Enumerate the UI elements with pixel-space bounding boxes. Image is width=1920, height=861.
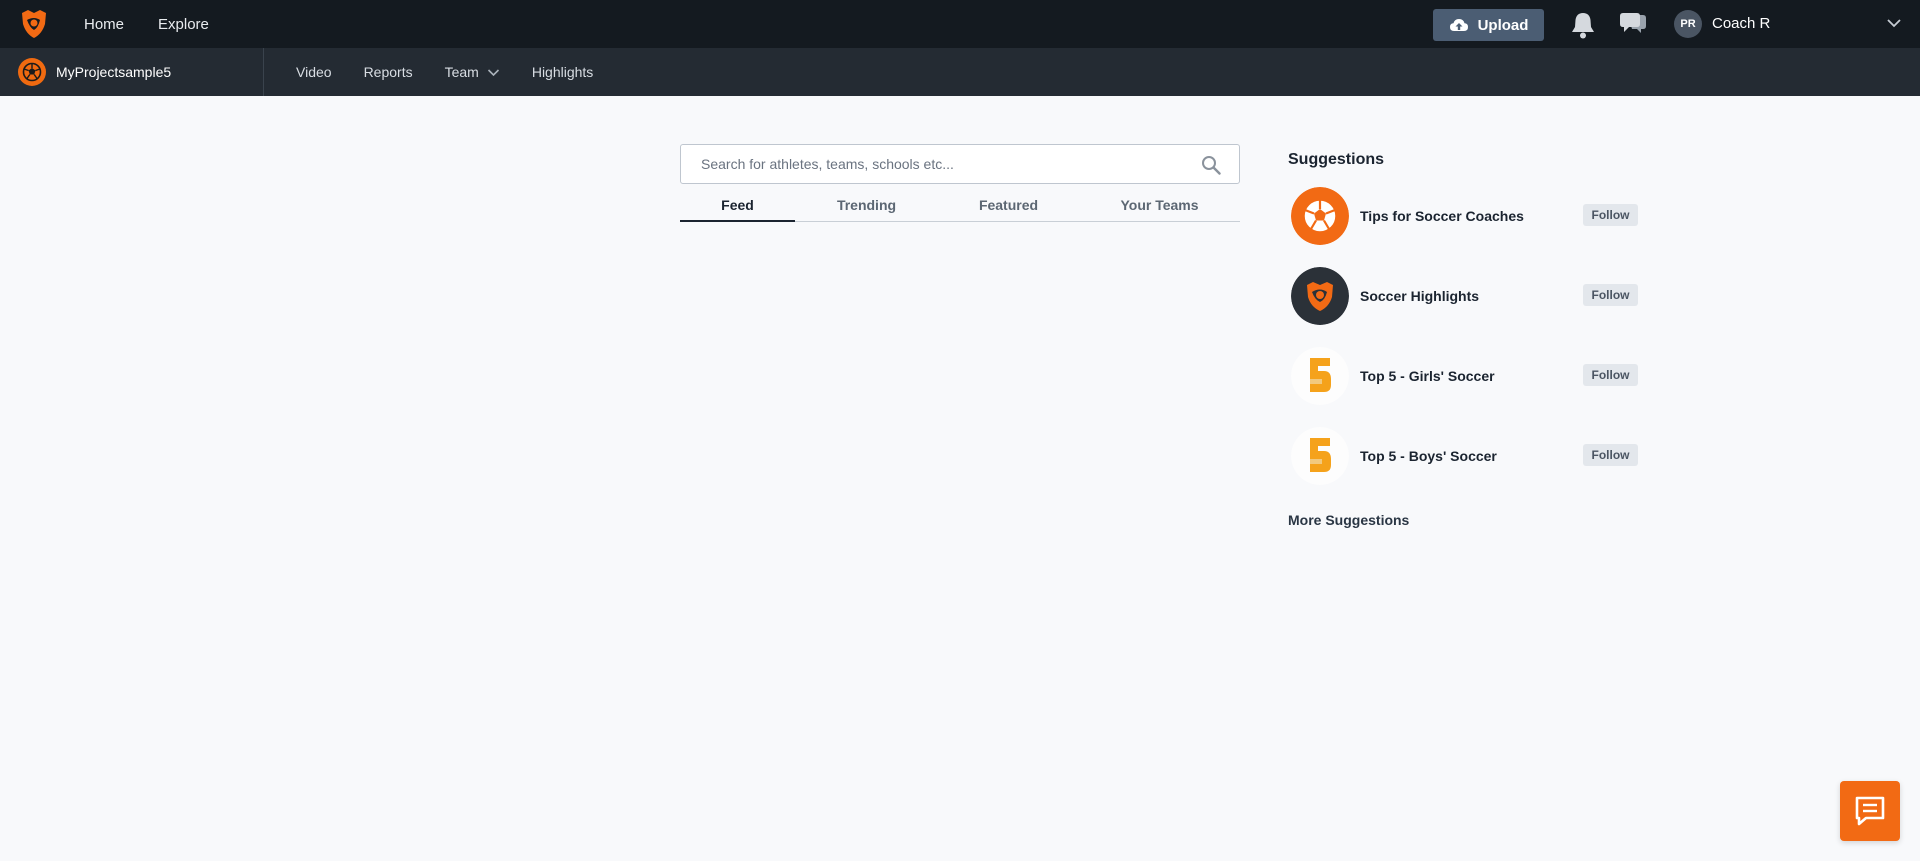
tab-feed[interactable]: Feed bbox=[680, 192, 795, 222]
nav-explore-link[interactable]: Explore bbox=[158, 16, 209, 33]
suggestion-avatar[interactable] bbox=[1291, 187, 1349, 245]
team-navigation-bar: MyProjectsample5 Video Reports Team High… bbox=[0, 48, 1920, 96]
search-input[interactable] bbox=[681, 145, 1239, 183]
tab-featured[interactable]: Featured bbox=[938, 192, 1079, 222]
suggestion-item: Top 5 - Boys' Soccer Follow bbox=[1290, 426, 1640, 486]
upload-button[interactable]: Upload bbox=[1433, 9, 1544, 41]
nav-reports-label: Reports bbox=[363, 64, 413, 80]
suggestion-avatar[interactable] bbox=[1291, 427, 1349, 485]
suggestion-name[interactable]: Soccer Highlights bbox=[1360, 288, 1479, 304]
tab-trending[interactable]: Trending bbox=[795, 192, 938, 222]
search-box bbox=[680, 144, 1240, 184]
follow-button[interactable]: Follow bbox=[1583, 204, 1638, 226]
suggestion-name[interactable]: Top 5 - Girls' Soccer bbox=[1360, 368, 1495, 384]
nav-reports-link[interactable]: Reports bbox=[364, 64, 413, 80]
nav-highlights-link[interactable]: Highlights bbox=[532, 64, 593, 80]
team-name[interactable]: MyProjectsample5 bbox=[56, 64, 171, 80]
soccer-ball-icon bbox=[22, 62, 42, 82]
nav-team-label: Team bbox=[444, 64, 479, 80]
hudl-logo-icon bbox=[1291, 267, 1349, 325]
user-avatar[interactable]: PR bbox=[1674, 10, 1702, 38]
suggestion-avatar[interactable] bbox=[1291, 267, 1349, 325]
follow-button[interactable]: Follow bbox=[1583, 364, 1638, 386]
chevron-down-icon[interactable] bbox=[1886, 17, 1902, 29]
suggestion-name[interactable]: Tips for Soccer Coaches bbox=[1360, 208, 1524, 224]
top-navigation-bar: Home Explore Upload PR Coach R bbox=[0, 0, 1920, 48]
tab-your-teams[interactable]: Your Teams bbox=[1079, 192, 1240, 222]
follow-button[interactable]: Follow bbox=[1583, 284, 1638, 306]
primary-nav: Home Explore bbox=[84, 0, 243, 48]
nav-video-link[interactable]: Video bbox=[296, 64, 332, 80]
chevron-down-icon bbox=[487, 68, 499, 76]
chat-message-icon bbox=[1855, 796, 1885, 826]
suggestion-item: Soccer Highlights Follow bbox=[1290, 266, 1640, 326]
feed-tabs: Feed Trending Featured Your Teams bbox=[680, 192, 1240, 222]
upload-cloud-icon bbox=[1449, 19, 1468, 31]
team-logo-badge[interactable] bbox=[18, 58, 46, 86]
suggestion-item: Top 5 - Girls' Soccer Follow bbox=[1290, 346, 1640, 406]
suggestions-heading: Suggestions bbox=[1288, 151, 1385, 168]
search-icon[interactable] bbox=[1201, 155, 1221, 175]
nav-highlights-label: Highlights bbox=[531, 64, 594, 80]
follow-button[interactable]: Follow bbox=[1583, 444, 1638, 466]
nav-home-link[interactable]: Home bbox=[84, 16, 124, 33]
team-nav: Video Reports Team Highlights bbox=[296, 48, 625, 96]
top-5-icon bbox=[1291, 347, 1349, 405]
nav-team-dropdown[interactable]: Team bbox=[445, 64, 500, 80]
subbar-divider bbox=[263, 48, 264, 96]
suggestion-name[interactable]: Top 5 - Boys' Soccer bbox=[1360, 448, 1497, 464]
upload-label: Upload bbox=[1477, 16, 1529, 34]
suggestion-avatar[interactable] bbox=[1291, 347, 1349, 405]
suggestion-item: Tips for Soccer Coaches Follow bbox=[1290, 186, 1640, 246]
soccer-ball-icon bbox=[1291, 187, 1349, 245]
more-suggestions-link[interactable]: More Suggestions bbox=[1288, 512, 1409, 528]
chat-bubbles-icon[interactable] bbox=[1619, 11, 1647, 37]
nav-video-label: Video bbox=[296, 64, 332, 80]
user-name[interactable]: Coach R bbox=[1712, 15, 1770, 32]
support-chat-button[interactable] bbox=[1840, 781, 1900, 841]
bell-icon[interactable] bbox=[1570, 11, 1596, 39]
logo-icon[interactable] bbox=[18, 8, 50, 40]
top-5-icon bbox=[1291, 427, 1349, 485]
